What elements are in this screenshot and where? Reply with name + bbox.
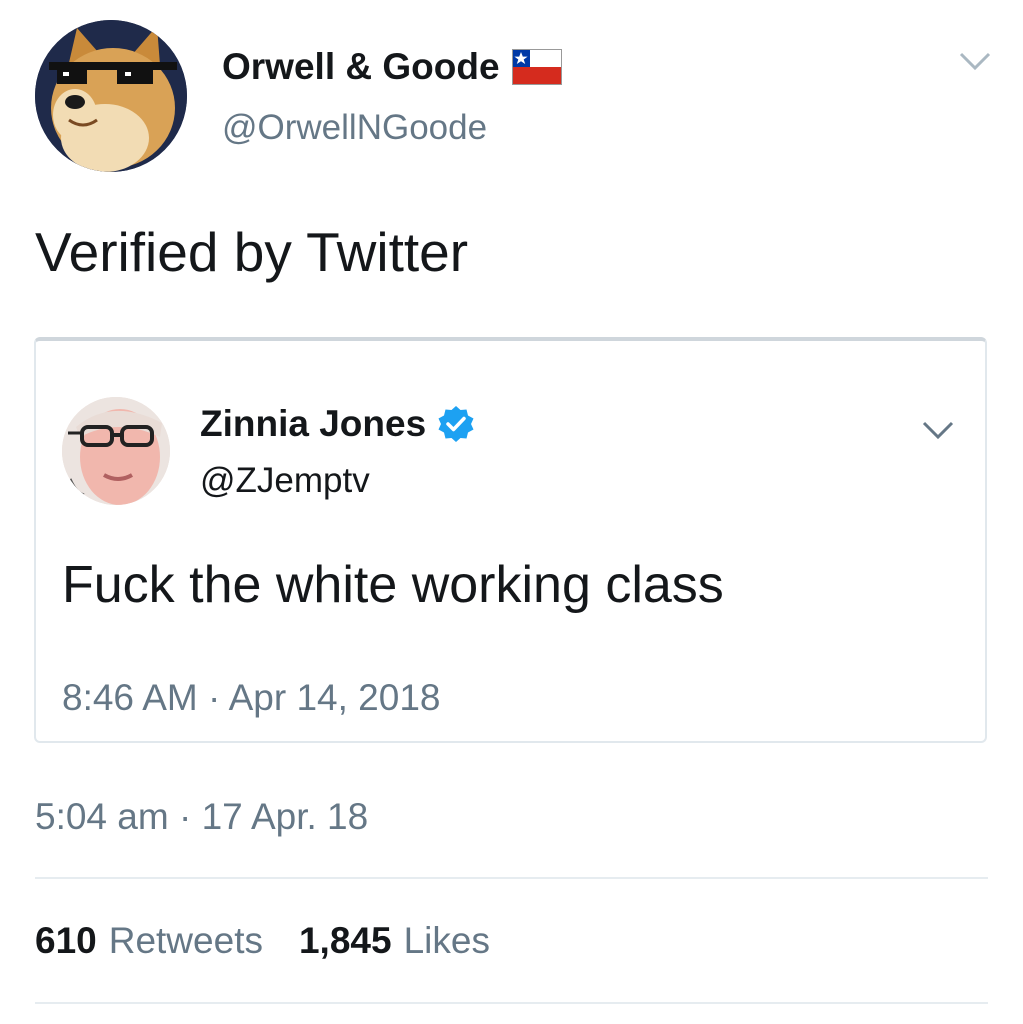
quoted-tweet-timestamp[interactable]: 8:46 AM · Apr 14, 2018 [62,677,440,719]
chevron-down-icon[interactable] [921,419,955,441]
tweet-detail: Orwell & Goode @OrwellNGoode Verified by… [0,0,1023,1024]
quoted-author-name-text: Zinnia Jones [200,403,427,444]
divider [35,1002,988,1004]
quoted-tweet-card[interactable]: Zinnia Jones @ZJemptv Fuck the white wor… [34,337,987,743]
divider [35,877,988,879]
author-handle[interactable]: @OrwellNGoode [222,108,487,148]
retweets-stat[interactable]: 610 Retweets [35,920,263,962]
author-avatar[interactable] [35,20,187,172]
retweets-label: Retweets [108,920,263,961]
quoted-author-handle[interactable]: @ZJemptv [200,461,370,501]
tweet-stats: 610 Retweets 1,845 Likes [35,920,526,962]
chile-flag-icon [511,49,562,85]
verified-badge-icon [436,404,476,444]
likes-count: 1,845 [298,920,392,961]
likes-label: Likes [403,920,490,961]
quoted-tweet-text: Fuck the white working class [62,556,724,614]
quoted-author-avatar[interactable] [62,397,170,505]
tweet-text: Verified by Twitter [35,221,469,283]
author-name-text: Orwell & Goode [222,46,500,87]
chevron-down-icon[interactable] [958,50,992,72]
tweet-timestamp[interactable]: 5:04 am · 17 Apr. 18 [35,796,368,838]
retweets-count: 610 [35,920,97,961]
likes-stat[interactable]: 1,845 Likes [299,920,490,962]
quoted-author-name[interactable]: Zinnia Jones [200,403,476,445]
author-name[interactable]: Orwell & Goode [222,46,562,88]
